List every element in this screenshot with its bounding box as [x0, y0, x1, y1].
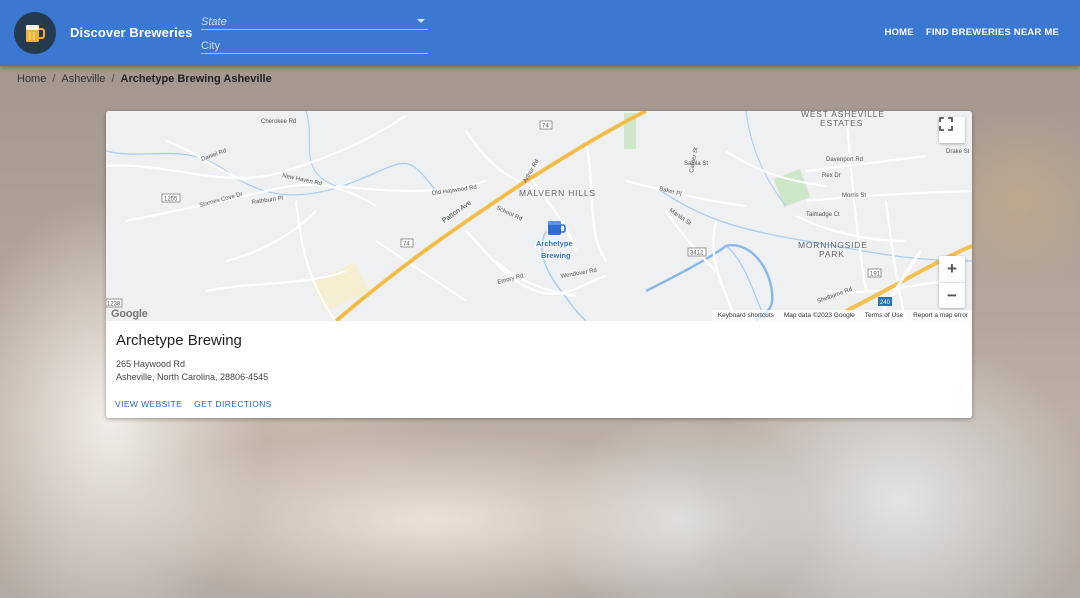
state-input[interactable] — [201, 14, 428, 31]
card-actions: VIEW WEBSITE GET DIRECTIONS — [115, 399, 272, 409]
svg-text:Talmadge Ct: Talmadge Ct — [806, 212, 840, 218]
nav-find-near-me-link[interactable]: FIND BREWERIES NEAR ME — [926, 27, 1059, 38]
breadcrumb-separator: / — [111, 73, 115, 85]
zoom-out-button[interactable]: − — [939, 282, 965, 308]
map-canvas[interactable]: 74 74 3412 1255 1238 191 240 Cherokee Rd… — [106, 111, 972, 321]
district-label: ESTATES — [820, 118, 863, 128]
app-title[interactable]: Discover Breweries — [70, 25, 192, 40]
svg-text:Baker Pl: Baker Pl — [658, 186, 681, 198]
svg-text:Old Haywood Rd: Old Haywood Rd — [431, 185, 477, 197]
view-website-button[interactable]: VIEW WEBSITE — [115, 399, 182, 409]
svg-text:Rathburn Pl: Rathburn Pl — [251, 196, 283, 206]
top-nav: HOME FIND BREWERIES NEAR ME — [885, 27, 1060, 38]
svg-text:Rex Dr: Rex Dr — [822, 173, 841, 179]
svg-text:240: 240 — [880, 300, 891, 306]
map-data-label: Map data ©2023 Google — [783, 312, 855, 319]
brewery-name: Archetype Brewing — [116, 332, 242, 349]
svg-text:1238: 1238 — [107, 302, 121, 308]
get-directions-button[interactable]: GET DIRECTIONS — [194, 399, 272, 409]
fullscreen-icon[interactable] — [939, 117, 965, 143]
svg-text:School Rd: School Rd — [495, 205, 523, 222]
map-attribution: Keyboard shortcuts Map data ©2023 Google… — [711, 310, 972, 321]
svg-text:Wendover Rd: Wendover Rd — [560, 268, 597, 280]
google-logo[interactable]: Google — [111, 308, 148, 320]
address-city-line: Asheville, North Carolina, 28806-4545 — [116, 372, 269, 382]
city-field[interactable] — [201, 36, 428, 55]
district-label: MALVERN HILLS — [519, 188, 596, 198]
brewery-address: 265 Haywood Rd Asheville, North Carolina… — [116, 358, 268, 384]
svg-text:74: 74 — [542, 124, 549, 130]
svg-text:1255: 1255 — [164, 197, 178, 203]
address-street: 265 Haywood Rd — [116, 359, 186, 369]
state-select[interactable] — [201, 12, 428, 31]
city-input[interactable] — [201, 38, 428, 55]
breadcrumb-home[interactable]: Home — [17, 73, 46, 85]
terms-of-use-link[interactable]: Terms of Use — [865, 312, 903, 319]
svg-text:Shelburne Rd: Shelburne Rd — [817, 287, 854, 305]
zoom-in-button[interactable]: + — [939, 256, 965, 282]
beer-mug-icon[interactable] — [14, 12, 56, 54]
keyboard-shortcuts-link[interactable]: Keyboard shortcuts — [718, 312, 774, 319]
svg-text:Morris St: Morris St — [842, 193, 866, 199]
marker-label[interactable]: Brewing — [540, 250, 572, 261]
breadcrumb-separator: / — [52, 73, 56, 85]
app-bar: Discover Breweries HOME FIND BREWERIES N… — [0, 0, 1080, 66]
brewery-details: Archetype Brewing 265 Haywood Rd Ashevil… — [116, 332, 268, 384]
svg-text:Daniel Rd: Daniel Rd — [201, 148, 228, 163]
svg-text:Cherokee Rd: Cherokee Rd — [261, 119, 296, 125]
svg-text:3412: 3412 — [690, 251, 704, 257]
svg-text:191: 191 — [870, 272, 881, 278]
breadcrumb: Home / Asheville / Archetype Brewing Ash… — [17, 73, 272, 85]
chevron-down-icon[interactable] — [417, 19, 425, 23]
report-map-error-link[interactable]: Report a map error — [913, 312, 968, 319]
nav-home-link[interactable]: HOME — [885, 27, 914, 38]
svg-text:Starnes Cove Dr: Starnes Cove Dr — [199, 192, 243, 209]
svg-text:Davenport Rd: Davenport Rd — [826, 157, 863, 163]
breadcrumb-current: Archetype Brewing Asheville — [120, 73, 272, 85]
district-label: PARK — [819, 249, 845, 259]
marker-label[interactable]: Archetype — [535, 238, 574, 249]
map[interactable]: 74 74 3412 1255 1238 191 240 Cherokee Rd… — [106, 111, 972, 321]
breadcrumb-city[interactable]: Asheville — [61, 73, 105, 85]
brewery-card: 74 74 3412 1255 1238 191 240 Cherokee Rd… — [106, 111, 972, 418]
svg-text:Drake St: Drake St — [946, 149, 970, 155]
svg-text:74: 74 — [403, 242, 410, 248]
